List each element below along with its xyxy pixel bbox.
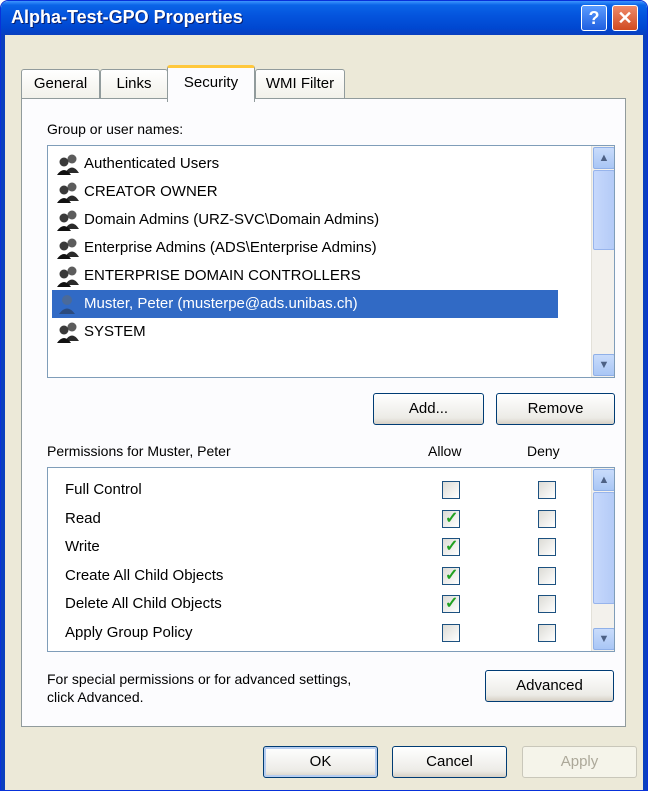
permission-name: Create All Child Objects bbox=[65, 566, 224, 584]
group-icon bbox=[52, 206, 84, 234]
user-list[interactable]: Authenticated Users CREATOR OWNER Domain A… bbox=[47, 145, 615, 378]
group-icon bbox=[52, 150, 84, 178]
chevron-down-icon: ▼ bbox=[598, 359, 610, 371]
properties-dialog: Alpha-Test-GPO Properties ? ✕ General Li… bbox=[0, 0, 648, 791]
deny-checkbox[interactable] bbox=[538, 566, 556, 585]
permissions-scrollbar[interactable]: ▲ ▼ bbox=[591, 468, 614, 651]
deny-checkbox[interactable] bbox=[538, 595, 556, 614]
close-button[interactable]: ✕ bbox=[612, 5, 638, 31]
deny-checkbox[interactable] bbox=[538, 481, 556, 499]
checkmark-icon: ✓ bbox=[445, 595, 459, 613]
permission-row: Apply Group Policy bbox=[48, 619, 588, 647]
group-icon bbox=[52, 234, 84, 262]
group-or-user-names-label: Group or user names: bbox=[47, 121, 184, 137]
deny-checkbox[interactable] bbox=[538, 538, 556, 557]
user-list-item[interactable]: ENTERPRISE DOMAIN CONTROLLERS bbox=[52, 262, 361, 290]
perm-scroll-thumb[interactable] bbox=[593, 492, 614, 604]
add-button[interactable]: Add... bbox=[373, 393, 484, 425]
permission-name: Read bbox=[65, 509, 101, 527]
user-list-item[interactable]: Muster, Peter (musterpe@ads.unibas.ch) bbox=[52, 290, 558, 318]
user-list-item[interactable]: SYSTEM bbox=[52, 318, 146, 346]
user-list-item[interactable]: CREATOR OWNER bbox=[52, 178, 218, 206]
permissions-list: Full Control Read ✓ Write ✓ Create All Child … bbox=[47, 467, 615, 652]
close-icon: ✕ bbox=[617, 8, 633, 28]
user-name: Muster, Peter (musterpe@ads.unibas.ch) bbox=[84, 295, 358, 312]
scroll-thumb[interactable] bbox=[593, 170, 614, 250]
user-name: ENTERPRISE DOMAIN CONTROLLERS bbox=[84, 267, 361, 284]
checkmark-icon: ✓ bbox=[445, 566, 459, 584]
apply-button[interactable]: Apply bbox=[522, 746, 637, 778]
ok-button[interactable]: OK bbox=[263, 746, 378, 778]
window-border-left bbox=[1, 35, 5, 790]
user-name: CREATOR OWNER bbox=[84, 183, 218, 200]
tab-security[interactable]: Security bbox=[167, 65, 255, 102]
window-title: Alpha-Test-GPO Properties bbox=[11, 7, 243, 27]
checkmark-icon: ✓ bbox=[445, 509, 459, 527]
user-icon bbox=[52, 290, 84, 318]
user-list-item[interactable]: Domain Admins (URZ-SVC\Domain Admins) bbox=[52, 206, 379, 234]
tab-wmi-filter-label: WMI Filter bbox=[265, 75, 335, 92]
perm-scroll-up-button[interactable]: ▲ bbox=[593, 469, 614, 491]
remove-button[interactable]: Remove bbox=[496, 393, 615, 425]
group-icon bbox=[52, 318, 84, 346]
permission-row: Read ✓ bbox=[48, 505, 588, 533]
perm-scroll-down-button[interactable]: ▼ bbox=[593, 628, 614, 650]
deny-checkbox[interactable] bbox=[538, 509, 556, 528]
special-permissions-text-2: click Advanced. bbox=[47, 689, 144, 705]
tab-general-label: General bbox=[33, 75, 88, 92]
tab-general[interactable]: General bbox=[21, 69, 100, 98]
user-name: Authenticated Users bbox=[84, 155, 220, 172]
help-button[interactable]: ? bbox=[581, 5, 607, 31]
permission-name: Apply Group Policy bbox=[65, 624, 193, 641]
checkmark-icon: ✓ bbox=[445, 538, 459, 556]
permission-name: Write bbox=[65, 538, 100, 556]
allow-checkbox[interactable] bbox=[442, 481, 460, 499]
permissions-label: Permissions for Muster, Peter bbox=[47, 443, 231, 459]
tab-links-label: Links bbox=[116, 75, 152, 92]
chevron-down-icon: ▼ bbox=[598, 633, 610, 645]
tab-links[interactable]: Links bbox=[100, 69, 168, 98]
tab-security-label: Security bbox=[183, 74, 239, 91]
allow-checkbox[interactable]: ✓ bbox=[442, 538, 460, 557]
permission-row: Write ✓ bbox=[48, 533, 588, 561]
title-bar[interactable]: Alpha-Test-GPO Properties ? ✕ bbox=[1, 1, 647, 35]
chevron-up-icon: ▲ bbox=[598, 152, 610, 164]
allow-header: Allow bbox=[428, 443, 462, 459]
advanced-button[interactable]: Advanced bbox=[485, 670, 614, 702]
permission-name: Full Control bbox=[65, 481, 142, 498]
permission-row: Delete All Child Objects ✓ bbox=[48, 590, 588, 618]
user-name: Domain Admins (URZ-SVC\Domain Admins) bbox=[84, 211, 380, 228]
permission-name: Delete All Child Objects bbox=[65, 595, 222, 613]
permission-row: Create All Child Objects ✓ bbox=[48, 562, 588, 590]
user-name: Enterprise Admins (ADS\Enterprise Admins… bbox=[84, 239, 377, 256]
user-list-item[interactable]: Authenticated Users bbox=[52, 150, 219, 178]
cancel-button[interactable]: Cancel bbox=[392, 746, 507, 778]
allow-checkbox[interactable]: ✓ bbox=[442, 509, 460, 528]
special-permissions-text-1: For special permissions or for advanced … bbox=[47, 671, 352, 687]
scroll-up-button[interactable]: ▲ bbox=[593, 147, 614, 169]
tab-wmi-filter[interactable]: WMI Filter bbox=[255, 69, 345, 98]
group-icon bbox=[52, 178, 84, 206]
deny-checkbox[interactable] bbox=[538, 624, 556, 642]
user-list-scrollbar[interactable]: ▲ ▼ bbox=[591, 146, 614, 377]
permission-row: Full Control bbox=[48, 476, 588, 504]
window-border-right bbox=[643, 35, 647, 790]
allow-checkbox[interactable] bbox=[442, 624, 460, 642]
chevron-up-icon: ▲ bbox=[598, 474, 610, 486]
allow-checkbox[interactable]: ✓ bbox=[442, 566, 460, 585]
help-icon: ? bbox=[588, 8, 600, 28]
user-list-item[interactable]: Enterprise Admins (ADS\Enterprise Admins… bbox=[52, 234, 377, 262]
scroll-down-button[interactable]: ▼ bbox=[593, 354, 614, 376]
allow-checkbox[interactable]: ✓ bbox=[442, 595, 460, 614]
deny-header: Deny bbox=[527, 443, 560, 459]
group-icon bbox=[52, 262, 84, 290]
user-name: SYSTEM bbox=[84, 323, 146, 340]
